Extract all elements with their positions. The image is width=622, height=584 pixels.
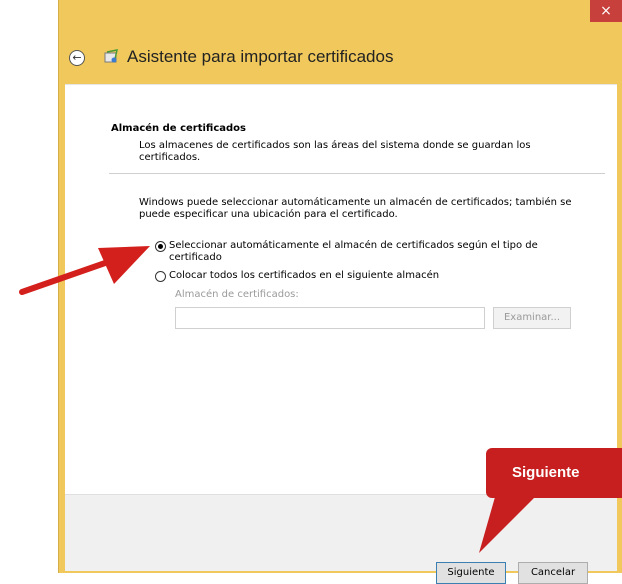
section-title: Almacén de certificados — [111, 123, 246, 134]
radio-label: Colocar todos los certificados en el sig… — [169, 270, 440, 281]
radio-label: Seleccionar automáticamente el almacén d… — [169, 240, 538, 263]
divider — [109, 173, 605, 174]
cancel-button[interactable]: Cancelar — [518, 562, 588, 584]
red-arrow-icon — [19, 246, 150, 295]
store-label: Almacén de certificados: — [175, 289, 299, 300]
close-icon: × — [600, 3, 612, 19]
intro-text: Windows puede seleccionar automáticament… — [139, 197, 572, 220]
close-button[interactable]: × — [590, 0, 622, 22]
title-bar: × — [59, 0, 622, 30]
store-input[interactable] — [175, 307, 485, 329]
back-arrow-icon[interactable]: ← — [69, 50, 85, 66]
section-description: Los almacenes de certificados son las ár… — [139, 140, 531, 163]
browse-button[interactable]: Examinar... — [493, 307, 571, 329]
wizard-header: ← Asistente para importar certificados — [61, 30, 621, 84]
next-button[interactable]: Siguiente — [436, 562, 506, 584]
callout-tail-icon — [479, 497, 535, 553]
certificate-icon — [104, 49, 118, 63]
page-title: Asistente para importar certificados — [127, 47, 394, 66]
annotation-callout: Siguiente — [486, 448, 622, 498]
